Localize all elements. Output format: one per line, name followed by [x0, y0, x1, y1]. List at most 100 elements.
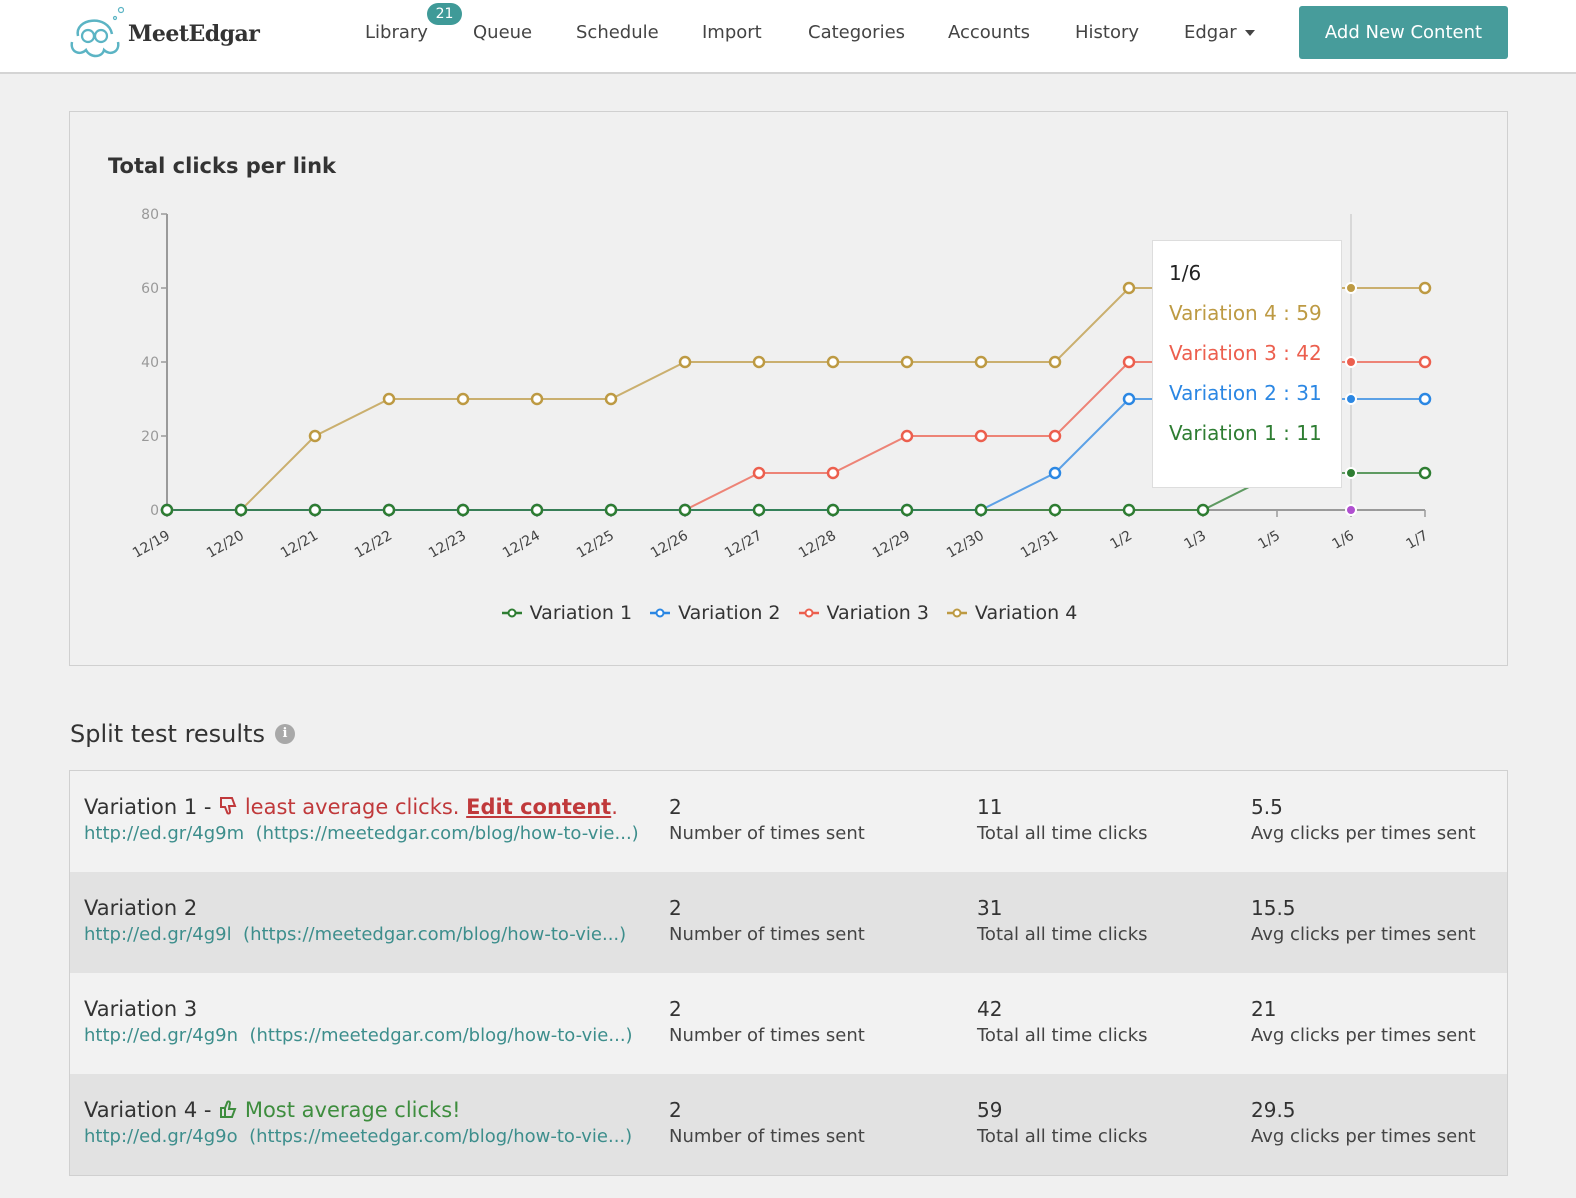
add-new-content-button[interactable]: Add New Content: [1299, 6, 1508, 59]
chart-panel: Total clicks per link 0 20 40 60 80 12/19 12/2…: [69, 111, 1508, 666]
legend-label: Variation 1: [529, 602, 633, 624]
variation-name: Variation 3: [84, 997, 198, 1021]
legend-item[interactable]: Variation 2: [648, 602, 781, 624]
x-tick-label: 1/6: [1329, 528, 1357, 553]
data-point: [752, 466, 766, 480]
info-icon[interactable]: i: [274, 724, 295, 744]
nav-library[interactable]: Library: [365, 22, 428, 43]
data-point: [826, 466, 840, 480]
data-point: [1418, 392, 1432, 406]
total-clicks-value: 31: [977, 896, 1003, 920]
logo[interactable]: MeetEdgar: [68, 6, 260, 62]
total-clicks-label: Total all time clicks: [977, 1126, 1148, 1147]
y-tick-label: 60: [141, 281, 159, 297]
short-link[interactable]: http://ed.gr/4g9o: [84, 1126, 238, 1147]
data-point: [1048, 503, 1062, 517]
data-point: [974, 355, 988, 369]
data-point: [826, 503, 840, 517]
times-sent-value: 2: [669, 997, 682, 1021]
data-point: [308, 429, 322, 443]
x-tick-label: 12/21: [278, 528, 321, 562]
thumbs-up-icon: [220, 1100, 237, 1118]
short-link[interactable]: http://ed.gr/4g9n: [84, 1025, 238, 1046]
x-tick-label: 12/22: [352, 528, 395, 562]
status-text: least average clicks.: [244, 795, 467, 819]
variation-name: Variation 1 -: [84, 795, 219, 819]
edit-content-link[interactable]: Edit content: [466, 795, 611, 819]
legend-item[interactable]: Variation 3: [797, 602, 929, 624]
nav-import[interactable]: Import: [702, 22, 762, 43]
split-test-results-table: Variation 1 - least average clicks. Edit…: [69, 770, 1508, 1176]
short-link[interactable]: http://ed.gr/4g9m: [84, 823, 244, 844]
times-sent-label: Number of times sent: [669, 823, 865, 844]
legend-item[interactable]: Variation 1: [500, 602, 632, 624]
data-point: [1418, 281, 1432, 295]
x-tick-label: 12/30: [944, 528, 987, 562]
y-tick-label: 80: [141, 207, 159, 223]
full-link[interactable]: (https://meetedgar.com/blog/how-to-vie..…: [256, 823, 639, 844]
full-link[interactable]: (https://meetedgar.com/blog/how-to-vie..…: [243, 924, 626, 945]
data-point: [826, 355, 840, 369]
data-point: [1122, 281, 1136, 295]
data-point: [900, 429, 914, 443]
nav-queue[interactable]: Queue: [473, 22, 532, 43]
data-point: [900, 355, 914, 369]
result-row: Variation 4 - Most average clicks! http:…: [70, 1074, 1507, 1175]
data-point-highlighted: [1345, 356, 1357, 368]
avg-clicks-value: 21: [1251, 997, 1277, 1021]
full-link[interactable]: (https://meetedgar.com/blog/how-to-vie..…: [249, 1126, 632, 1147]
result-row: Variation 3 http://ed.gr/4g9n (https://m…: [70, 973, 1507, 1074]
times-sent-label: Number of times sent: [669, 1025, 865, 1046]
result-row: Variation 1 - least average clicks. Edit…: [70, 771, 1507, 872]
data-point: [974, 429, 988, 443]
x-tick-label: 1/2: [1107, 528, 1135, 553]
data-point: [1418, 466, 1432, 480]
avg-clicks-label: Avg clicks per times sent: [1251, 823, 1476, 844]
times-sent-label: Number of times sent: [669, 1126, 865, 1147]
x-tick-label: 12/28: [796, 528, 839, 562]
legend-item[interactable]: Variation 4: [945, 602, 1077, 624]
short-link[interactable]: http://ed.gr/4g9l: [84, 924, 232, 945]
times-sent-value: 2: [669, 1098, 682, 1122]
data-point: [382, 503, 396, 517]
data-point: [1122, 355, 1136, 369]
tooltip-title: 1/6: [1169, 261, 1202, 285]
x-tick-label: 12/20: [204, 528, 247, 562]
total-clicks-label: Total all time clicks: [977, 1025, 1148, 1046]
punctuation: .: [611, 795, 618, 819]
total-clicks-value: 11: [977, 795, 1003, 819]
total-clicks-value: 59: [977, 1098, 1003, 1122]
x-tick-label: 12/23: [426, 528, 469, 562]
x-tick-label: 1/5: [1255, 528, 1283, 553]
nav-accounts[interactable]: Accounts: [948, 22, 1030, 43]
result-row: Variation 2 http://ed.gr/4g9l (https://m…: [70, 872, 1507, 973]
library-count-badge: 21: [427, 3, 462, 25]
legend-marker-icon: [946, 608, 967, 618]
nav-history[interactable]: History: [1075, 22, 1139, 43]
times-sent-value: 2: [669, 795, 682, 819]
x-tick-label: 1/3: [1181, 528, 1209, 553]
tooltip-item: Variation 4 : 59: [1169, 301, 1322, 325]
data-point: [530, 503, 544, 517]
y-tick-label: 0: [150, 503, 159, 519]
variation-name: Variation 4 -: [84, 1098, 219, 1122]
y-tick-label: 40: [141, 355, 159, 371]
data-point: [456, 503, 470, 517]
data-point: [382, 392, 396, 406]
data-point: [1048, 429, 1062, 443]
full-link[interactable]: (https://meetedgar.com/blog/how-to-vie..…: [249, 1025, 632, 1046]
y-tick-label: 20: [141, 429, 159, 445]
tooltip-item: Variation 3 : 42: [1169, 341, 1322, 365]
data-point: [974, 503, 988, 517]
nav-edgar-dropdown[interactable]: Edgar: [1184, 22, 1255, 43]
x-tick-label: 12/19: [130, 528, 173, 562]
chart-tooltip: 1/6 Variation 4 : 59 Variation 3 : 42 Va…: [1152, 240, 1342, 488]
caret-down-icon: [1244, 30, 1255, 36]
data-point: [234, 503, 248, 517]
chart-legend: Variation 1 Variation 2 Variation 3 Variati…: [70, 602, 1507, 624]
x-tick-label: 12/27: [722, 528, 765, 562]
nav-categories[interactable]: Categories: [808, 22, 905, 43]
data-point: [604, 392, 618, 406]
top-navigation-bar: MeetEdgar Library 21 Queue Schedule Impo…: [0, 0, 1576, 74]
nav-schedule[interactable]: Schedule: [576, 22, 659, 43]
